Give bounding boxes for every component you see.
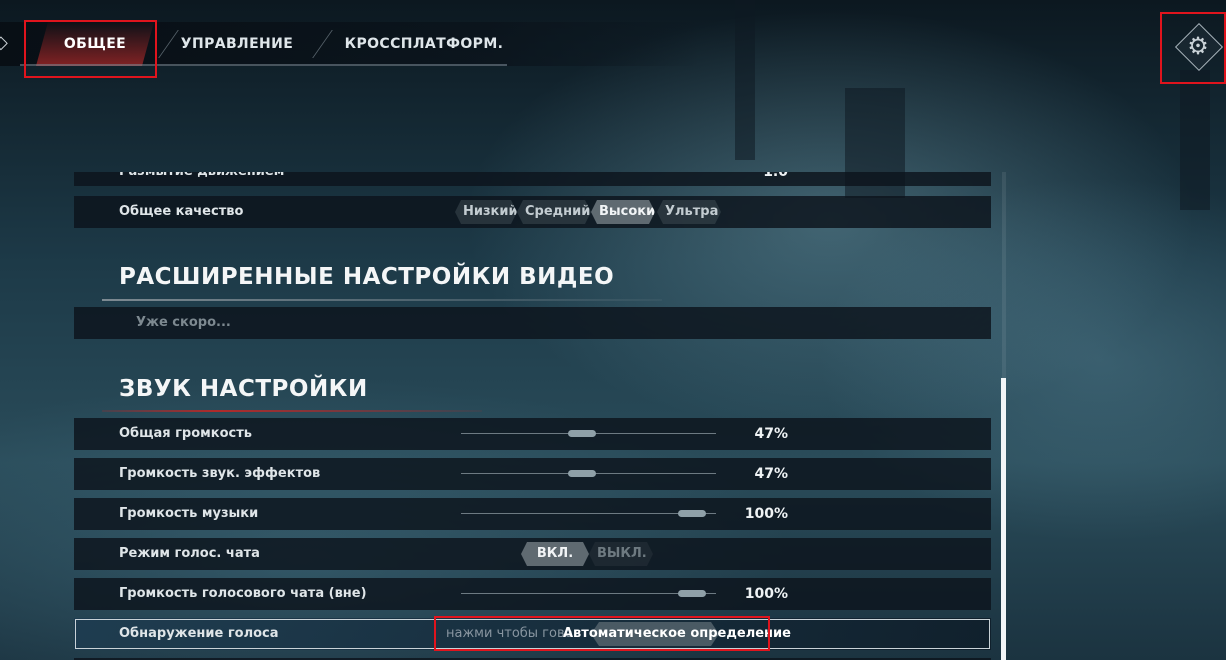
background-tower bbox=[735, 0, 755, 160]
quality-option-high[interactable]: Высокий bbox=[591, 200, 655, 224]
settings-panel: Размытие движением 1.0 Общее качество Ни… bbox=[74, 172, 991, 660]
voice-chat-on-option[interactable]: ВКЛ. bbox=[521, 542, 589, 566]
section-title-advanced-video: РАСШИРЕННЫЕ НАСТРОЙКИ ВИДЕО bbox=[119, 264, 615, 290]
sfx-volume-slider[interactable] bbox=[461, 470, 716, 477]
tab-general[interactable]: ОБЩЕЕ bbox=[36, 22, 154, 66]
quality-option-medium[interactable]: Средний bbox=[517, 200, 591, 224]
setting-label: Общая громкость bbox=[119, 426, 253, 441]
setting-label: Обнаружение голоса bbox=[119, 626, 279, 641]
setting-label: Общее качество bbox=[119, 204, 244, 219]
voice-chat-volume-slider[interactable] bbox=[461, 590, 716, 597]
setting-row-voice-chat-volume: Громкость голосового чата (вне) 100% bbox=[74, 578, 991, 610]
section-underline bbox=[102, 299, 662, 301]
setting-row-music-volume: Громкость музыки 100% bbox=[74, 498, 991, 530]
setting-row-coming-soon: Уже скоро... bbox=[74, 307, 991, 339]
setting-label: Громкость звук. эффектов bbox=[119, 466, 321, 481]
voice-detection-hint: нажми чтобы гово bbox=[446, 626, 573, 641]
setting-row-sfx-volume: Громкость звук. эффектов 47% bbox=[74, 458, 991, 490]
slider-thumb[interactable] bbox=[678, 510, 706, 517]
tab-underline bbox=[20, 64, 507, 66]
setting-row-voice-detection[interactable]: Обнаружение голоса нажми чтобы гово Авто… bbox=[74, 618, 991, 650]
setting-row-voice-chat-mode: Режим голос. чата ВКЛ. ВЫКЛ. bbox=[74, 538, 991, 570]
voice-chat-off-option[interactable]: ВЫКЛ. bbox=[589, 542, 653, 566]
setting-label: Громкость голосового чата (вне) bbox=[119, 586, 367, 601]
tab-controls[interactable]: УПРАВЛЕНИЕ bbox=[172, 22, 302, 66]
setting-label: Размытие движением bbox=[119, 172, 284, 186]
chevron-left-icon[interactable]: ◇ bbox=[0, 32, 12, 54]
section-underline bbox=[102, 410, 482, 412]
setting-value: 1.0 bbox=[763, 172, 788, 180]
tab-crossplatform[interactable]: КРОССПЛАТФОРМ. bbox=[336, 22, 512, 66]
setting-value: 100% bbox=[744, 506, 788, 522]
setting-row-overall-quality: Общее качество Низкий Средний Высокий Ул… bbox=[74, 196, 991, 228]
music-volume-slider[interactable] bbox=[461, 510, 716, 517]
setting-value: 100% bbox=[744, 586, 788, 602]
setting-value: 47% bbox=[754, 426, 788, 442]
master-volume-slider[interactable] bbox=[461, 430, 716, 437]
gear-icon: ⚙ bbox=[1187, 32, 1209, 60]
scrollbar-thumb[interactable] bbox=[1001, 378, 1006, 660]
quality-option-ultra[interactable]: Ультра bbox=[657, 200, 721, 224]
slider-thumb[interactable] bbox=[568, 430, 596, 437]
voice-detection-value: Автоматическое определение bbox=[563, 626, 791, 641]
setting-row-master-volume: Общая громкость 47% bbox=[74, 418, 991, 450]
slider-thumb[interactable] bbox=[568, 470, 596, 477]
setting-label: Режим голос. чата bbox=[119, 546, 260, 561]
background-tower bbox=[1180, 70, 1210, 210]
setting-label: Громкость музыки bbox=[119, 506, 259, 521]
setting-row-motion-blur: Размытие движением 1.0 bbox=[74, 172, 991, 186]
setting-value: 47% bbox=[754, 466, 788, 482]
coming-soon-text: Уже скоро... bbox=[136, 315, 231, 330]
section-title-sound: ЗВУК НАСТРОЙКИ bbox=[119, 376, 368, 402]
quality-option-low[interactable]: Низкий bbox=[455, 200, 517, 224]
slider-thumb[interactable] bbox=[678, 590, 706, 597]
settings-button[interactable]: ⚙ bbox=[1174, 22, 1224, 72]
